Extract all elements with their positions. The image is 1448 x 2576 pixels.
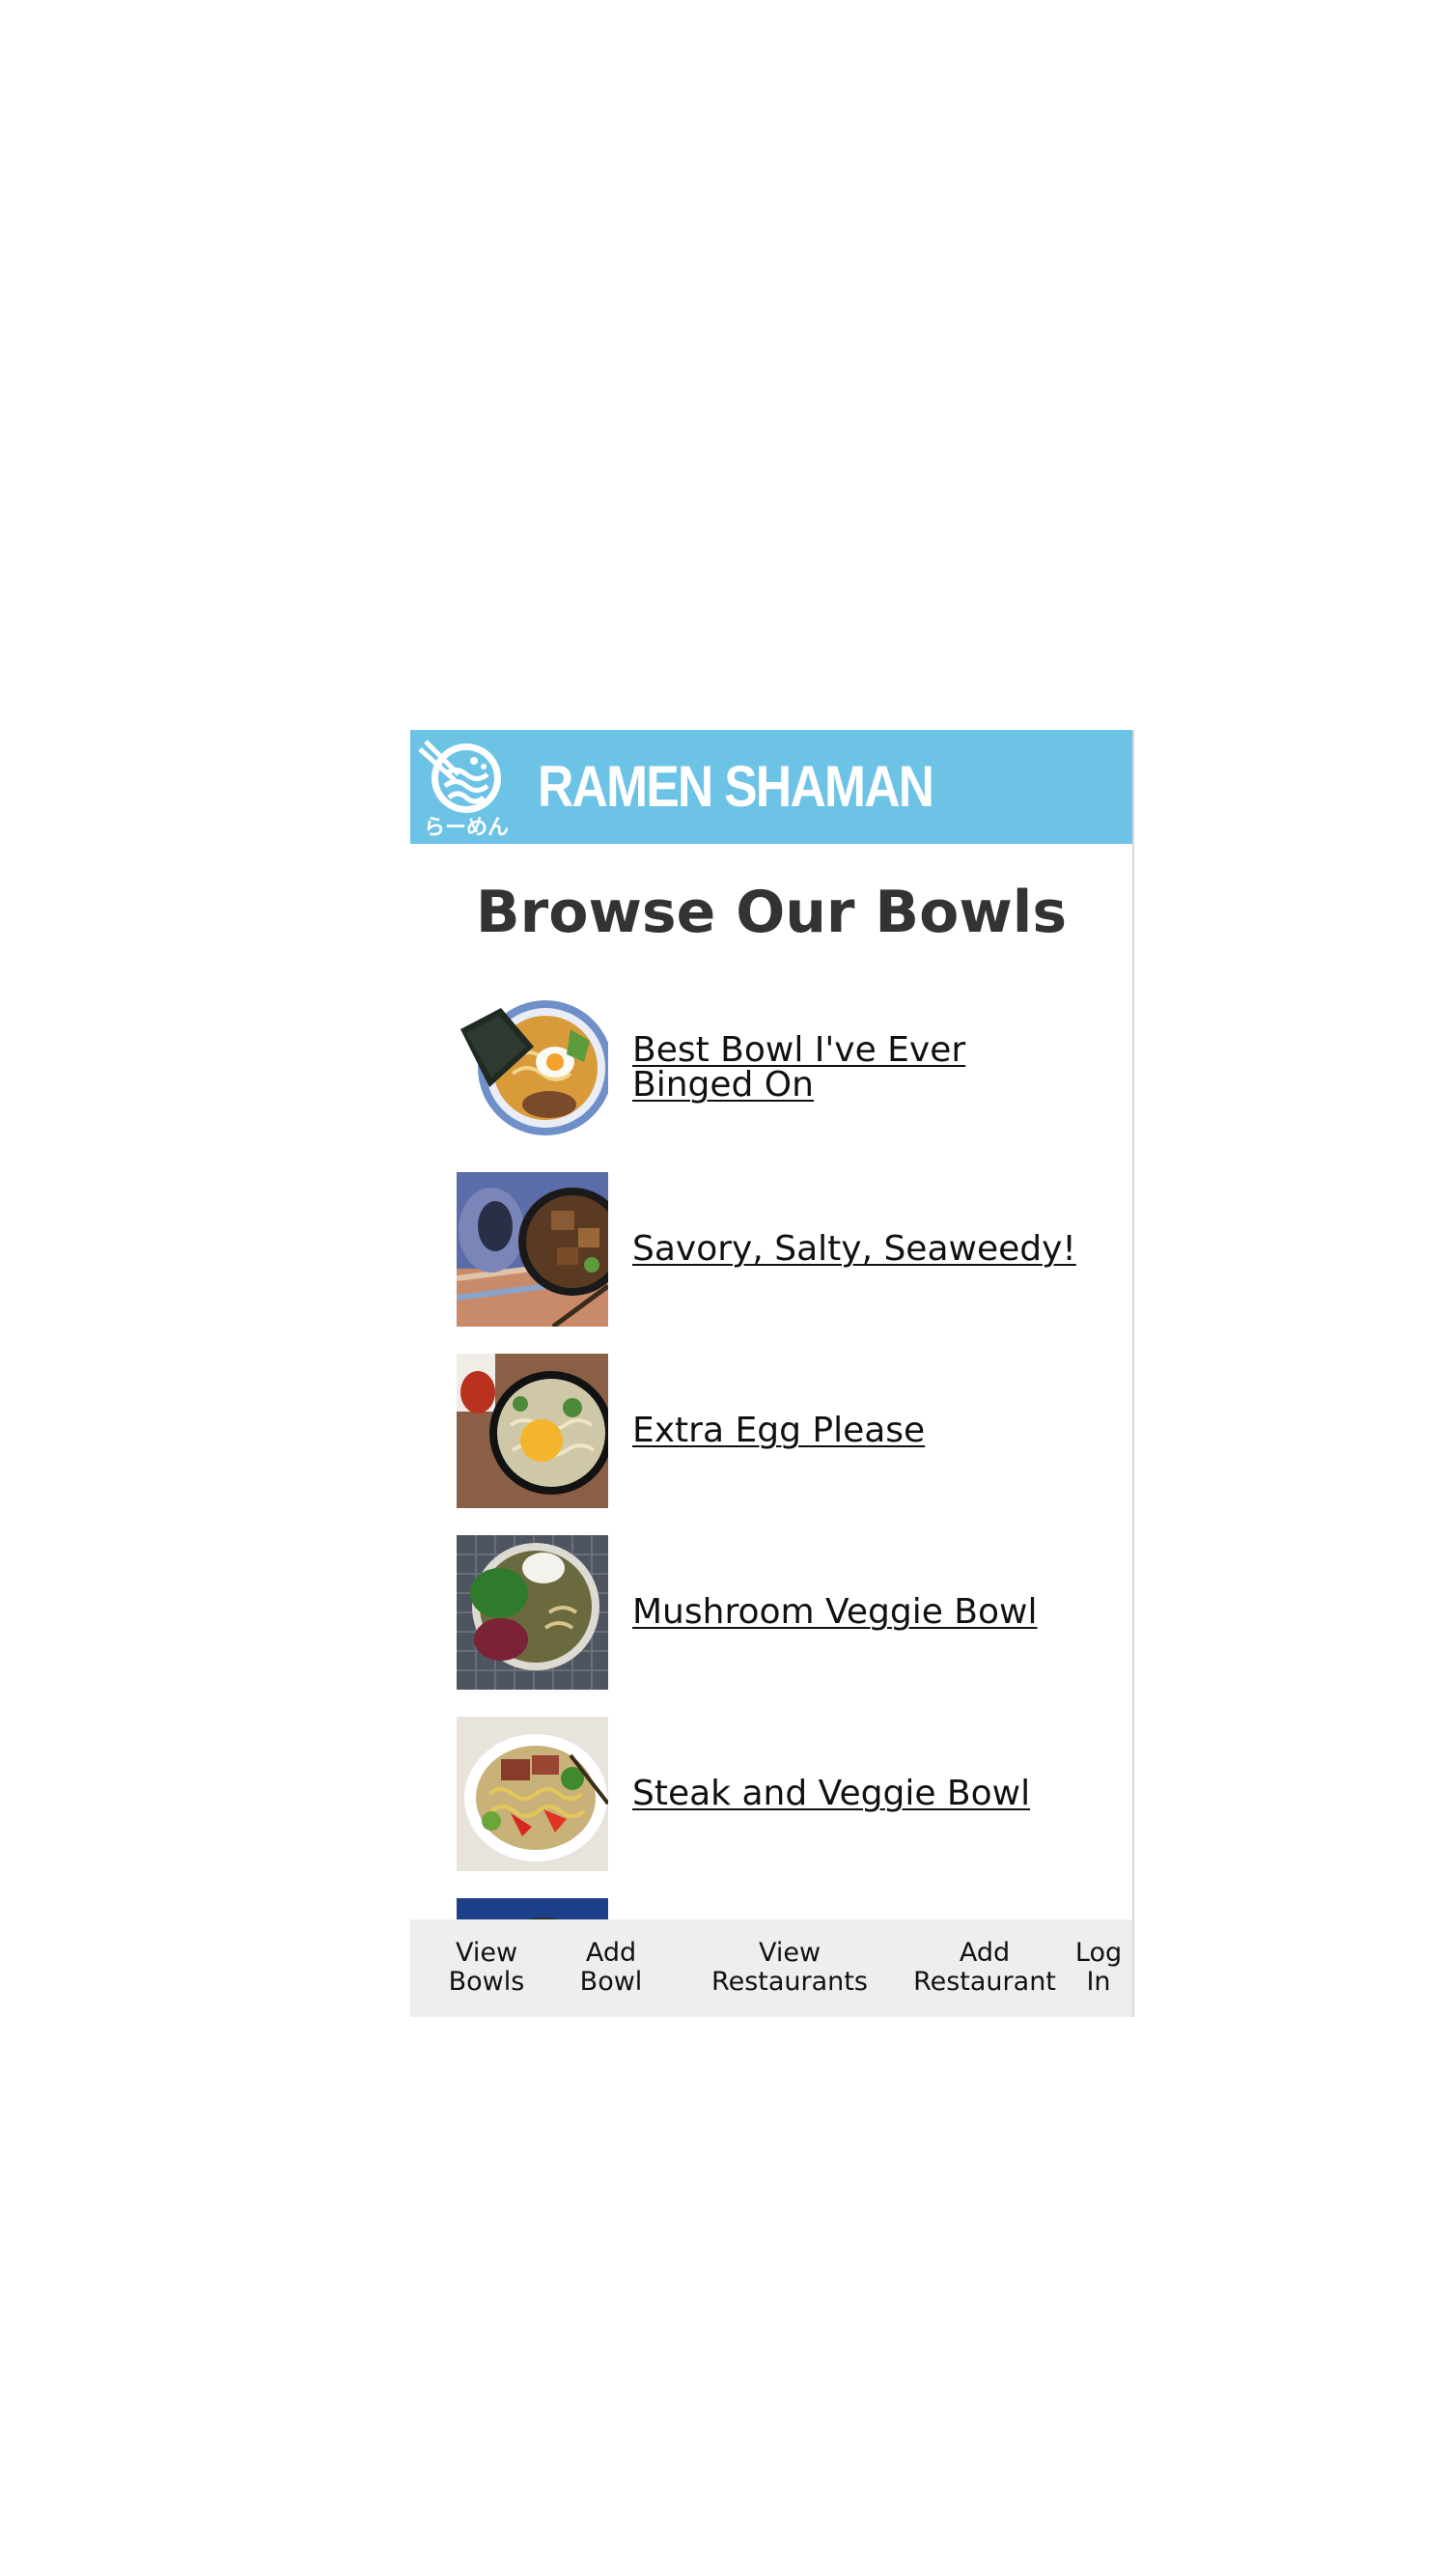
bowl-photo[interactable] bbox=[457, 1172, 608, 1327]
ramen-bowl-icon[interactable]: らーめん bbox=[416, 736, 516, 840]
nav-add-restaurant[interactable]: Add Restaurant bbox=[889, 1939, 1080, 1997]
bowl-item: Steak and Veggie Bowl bbox=[457, 1717, 1113, 1898]
nav-view-restaurants[interactable]: View Restaurants bbox=[690, 1939, 889, 1997]
nav-log-in[interactable]: Log In bbox=[1067, 1939, 1130, 1997]
bowl-link[interactable]: Extra Egg Please bbox=[632, 1354, 1076, 1508]
bowl-item: Best Bowl I've Ever Binged On bbox=[457, 991, 1113, 1172]
nav-add-bowl[interactable]: Add Bowl bbox=[565, 1939, 657, 1997]
bowl-item: Extra Egg Please bbox=[457, 1354, 1113, 1535]
page-title: Browse Our Bowls bbox=[475, 879, 1068, 946]
bowl-link[interactable]: Steak and Veggie Bowl bbox=[632, 1717, 1076, 1871]
bowl-photo[interactable] bbox=[457, 1535, 608, 1690]
bowl-link[interactable]: Best Bowl I've Ever Binged On bbox=[632, 991, 1076, 1145]
bowl-link[interactable]: Mushroom Veggie Bowl bbox=[632, 1535, 1076, 1690]
bowl-list: Best Bowl I've Ever Binged On Savory, Sa… bbox=[457, 991, 1113, 2017]
bottom-nav: View Bowls Add Bowl View Restaurants Add… bbox=[410, 1919, 1132, 2017]
bowl-link[interactable]: Savory, Salty, Seaweedy! bbox=[632, 1172, 1076, 1327]
bowl-item: Mushroom Veggie Bowl bbox=[457, 1535, 1113, 1717]
bowl-photo[interactable] bbox=[457, 991, 608, 1145]
nav-view-bowls[interactable]: View Bowls bbox=[445, 1939, 528, 1997]
brand-title: RAMEN SHAMAN bbox=[538, 754, 934, 819]
bowl-item: Savory, Salty, Seaweedy! bbox=[457, 1172, 1113, 1354]
app-screen: らーめん RAMEN SHAMAN Browse Our Bowls Best … bbox=[410, 730, 1134, 2017]
logo-text: らーめん bbox=[424, 816, 509, 840]
bowl-photo[interactable] bbox=[457, 1354, 608, 1508]
bowl-photo[interactable] bbox=[457, 1717, 608, 1871]
app-header: らーめん RAMEN SHAMAN bbox=[410, 730, 1132, 844]
